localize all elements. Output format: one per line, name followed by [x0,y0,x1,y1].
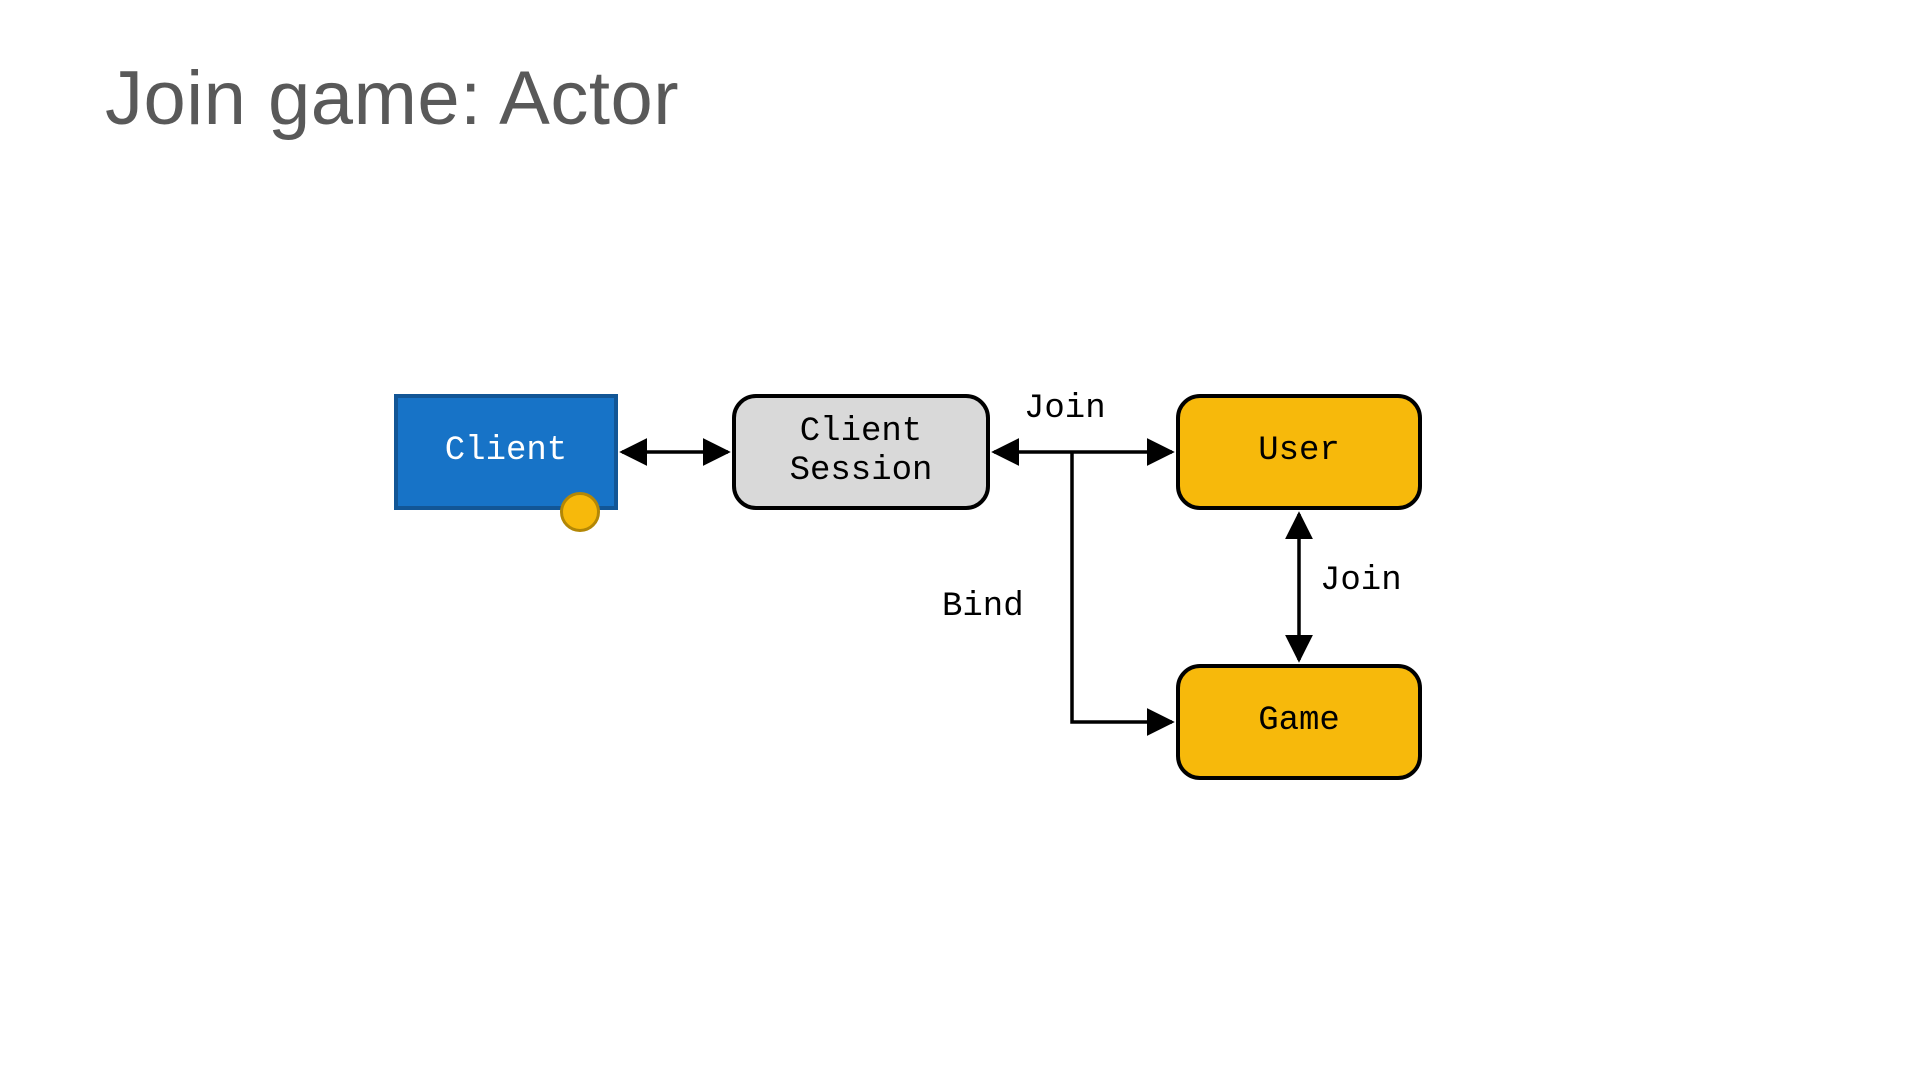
client-dot-icon [560,492,600,532]
label-bind: Bind [942,588,1024,626]
node-user-label: User [1258,432,1340,471]
node-game: Game [1176,664,1422,780]
node-client-session: Client Session [732,394,990,510]
edge-bind [1072,452,1172,722]
node-game-label: Game [1258,702,1340,741]
node-client-label: Client [445,432,567,471]
slide: Join game: Actor Client Client Session U… [0,0,1920,1080]
label-join-top: Join [1024,390,1106,428]
node-client-session-label: Client Session [790,413,933,491]
node-user: User [1176,394,1422,510]
slide-title: Join game: Actor [105,55,679,142]
connectors-svg [0,0,1920,1080]
label-join-right: Join [1320,562,1402,600]
